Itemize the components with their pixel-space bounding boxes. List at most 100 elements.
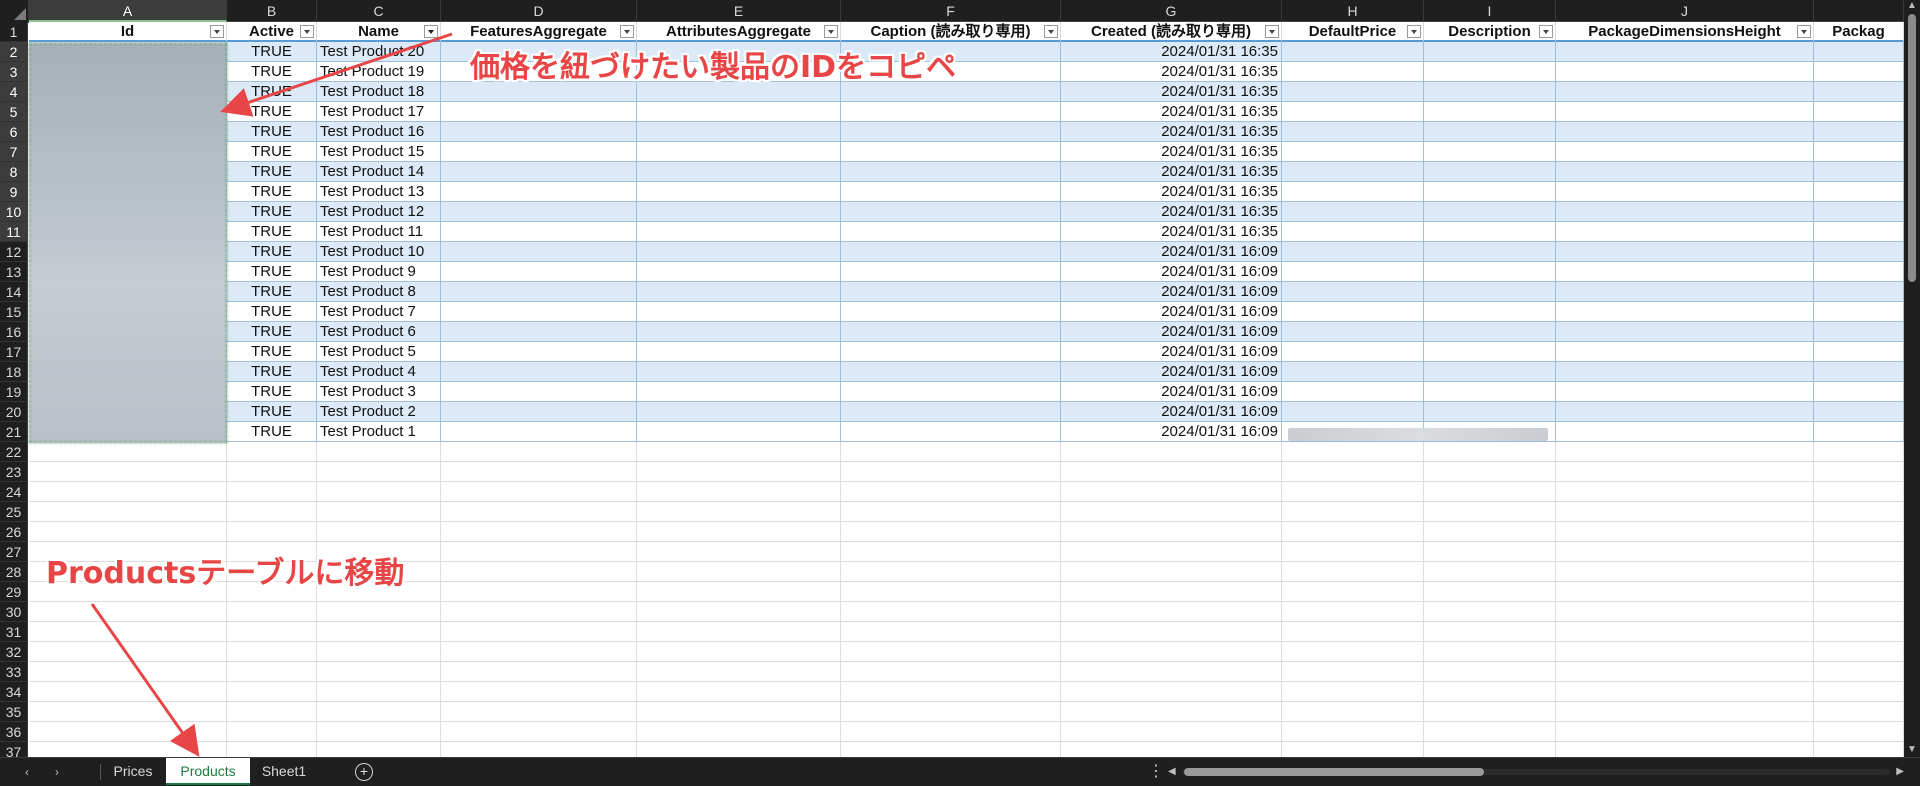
table-cell[interactable]: 2024/01/31 16:09 xyxy=(1061,382,1282,402)
table-cell[interactable] xyxy=(441,282,637,302)
table-cell[interactable] xyxy=(441,382,637,402)
table-header-cell[interactable]: AttributesAggregate xyxy=(637,22,841,42)
empty-cell[interactable] xyxy=(1424,462,1556,482)
table-cell[interactable] xyxy=(637,322,841,342)
filter-dropdown-icon[interactable] xyxy=(300,25,314,38)
row-number[interactable]: 27 xyxy=(0,542,28,562)
empty-cell[interactable] xyxy=(841,682,1061,702)
row-number[interactable]: 14 xyxy=(0,282,28,302)
row-number[interactable]: 7 xyxy=(0,142,28,162)
empty-cell[interactable] xyxy=(227,522,317,542)
table-cell[interactable]: 2024/01/31 16:09 xyxy=(1061,362,1282,382)
table-cell[interactable] xyxy=(1424,62,1556,82)
table-cell[interactable] xyxy=(841,382,1061,402)
table-cell[interactable]: Test Product 17 xyxy=(317,102,441,122)
table-cell[interactable]: Test Product 15 xyxy=(317,142,441,162)
table-cell[interactable] xyxy=(1282,142,1424,162)
empty-cell[interactable] xyxy=(29,462,227,482)
table-cell[interactable] xyxy=(637,402,841,422)
table-cell[interactable]: TRUE xyxy=(227,362,317,382)
empty-cell[interactable] xyxy=(1282,682,1424,702)
column-header-F[interactable]: F xyxy=(841,0,1061,22)
table-cell[interactable] xyxy=(841,102,1061,122)
empty-cell[interactable] xyxy=(841,582,1061,602)
table-cell[interactable] xyxy=(441,202,637,222)
empty-cell[interactable] xyxy=(29,522,227,542)
filter-dropdown-icon[interactable] xyxy=(1539,25,1553,38)
empty-cell[interactable] xyxy=(1424,482,1556,502)
table-cell[interactable] xyxy=(841,182,1061,202)
table-cell[interactable]: TRUE xyxy=(227,162,317,182)
table-cell[interactable] xyxy=(1424,82,1556,102)
column-header-I[interactable]: I xyxy=(1424,0,1556,22)
empty-cell[interactable] xyxy=(1556,522,1814,542)
table-cell[interactable] xyxy=(1282,102,1424,122)
row-number[interactable]: 5 xyxy=(0,102,28,122)
empty-cell[interactable] xyxy=(441,602,637,622)
select-all-corner[interactable] xyxy=(0,0,29,23)
empty-cell[interactable] xyxy=(841,702,1061,722)
empty-cell[interactable] xyxy=(1424,682,1556,702)
empty-cell[interactable] xyxy=(317,482,441,502)
empty-cell[interactable] xyxy=(441,462,637,482)
table-cell[interactable] xyxy=(1556,62,1814,82)
empty-cell[interactable] xyxy=(1424,442,1556,462)
table-cell[interactable] xyxy=(1424,102,1556,122)
add-sheet-icon[interactable]: + xyxy=(355,763,373,781)
table-cell[interactable] xyxy=(1424,162,1556,182)
empty-cell[interactable] xyxy=(441,442,637,462)
table-cell[interactable]: 2024/01/31 16:35 xyxy=(1061,162,1282,182)
row-number[interactable]: 24 xyxy=(0,482,28,502)
empty-cell[interactable] xyxy=(1556,582,1814,602)
empty-cell[interactable] xyxy=(1814,562,1904,582)
empty-cell[interactable] xyxy=(317,722,441,742)
table-header-cell[interactable]: Description xyxy=(1424,22,1556,42)
empty-cell[interactable] xyxy=(637,462,841,482)
row-number[interactable]: 21 xyxy=(0,422,28,442)
empty-cell[interactable] xyxy=(1556,442,1814,462)
empty-cell[interactable] xyxy=(637,502,841,522)
row-number[interactable]: 3 xyxy=(0,62,28,82)
table-cell[interactable] xyxy=(1814,142,1904,162)
table-cell[interactable] xyxy=(637,242,841,262)
more-options-icon[interactable]: ⋮ xyxy=(1148,762,1164,782)
table-cell[interactable]: TRUE xyxy=(227,202,317,222)
table-cell[interactable] xyxy=(1814,302,1904,322)
table-cell[interactable] xyxy=(1424,242,1556,262)
empty-cell[interactable] xyxy=(227,702,317,722)
table-cell[interactable] xyxy=(1282,42,1424,62)
empty-cell[interactable] xyxy=(637,722,841,742)
empty-cell[interactable] xyxy=(441,562,637,582)
empty-cell[interactable] xyxy=(1814,502,1904,522)
table-cell[interactable]: Test Product 12 xyxy=(317,202,441,222)
table-cell[interactable] xyxy=(1556,162,1814,182)
table-header-cell[interactable]: PackageDimensionsHeight xyxy=(1556,22,1814,42)
empty-cell[interactable] xyxy=(1061,642,1282,662)
table-cell[interactable] xyxy=(1814,342,1904,362)
empty-cell[interactable] xyxy=(441,522,637,542)
table-cell[interactable] xyxy=(1814,122,1904,142)
table-cell[interactable]: TRUE xyxy=(227,302,317,322)
table-cell[interactable] xyxy=(1424,302,1556,322)
empty-cell[interactable] xyxy=(1424,642,1556,662)
table-cell[interactable] xyxy=(1556,242,1814,262)
scroll-up-icon[interactable]: ▲ xyxy=(1907,0,1917,11)
empty-cell[interactable] xyxy=(227,462,317,482)
table-cell[interactable] xyxy=(1424,282,1556,302)
table-cell[interactable] xyxy=(1282,402,1424,422)
table-cell[interactable]: TRUE xyxy=(227,62,317,82)
empty-cell[interactable] xyxy=(441,482,637,502)
table-cell[interactable] xyxy=(1282,322,1424,342)
table-cell[interactable] xyxy=(1814,162,1904,182)
table-cell[interactable] xyxy=(1556,122,1814,142)
table-header-cell[interactable]: Created (読み取り専用) xyxy=(1061,22,1282,42)
empty-cell[interactable] xyxy=(1556,462,1814,482)
scroll-down-icon[interactable]: ▼ xyxy=(1907,744,1917,755)
empty-cell[interactable] xyxy=(1061,482,1282,502)
empty-cell[interactable] xyxy=(637,662,841,682)
empty-cell[interactable] xyxy=(29,642,227,662)
empty-cell[interactable] xyxy=(1282,522,1424,542)
column-header-A[interactable]: A xyxy=(29,0,227,22)
row-number[interactable]: 15 xyxy=(0,302,28,322)
column-header-J[interactable]: J xyxy=(1556,0,1814,22)
